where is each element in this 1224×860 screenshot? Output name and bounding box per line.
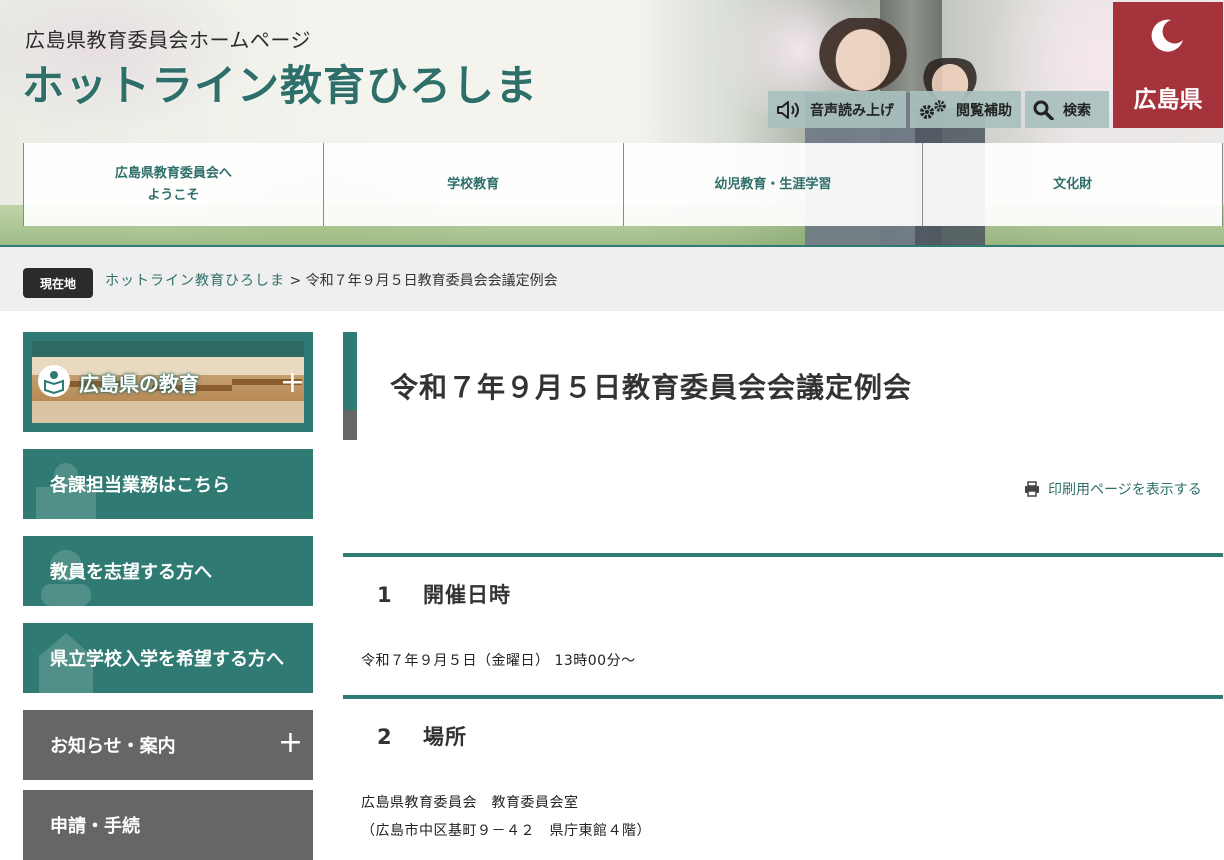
accessibility-button[interactable]: 閲覧補助 bbox=[910, 91, 1021, 128]
breadcrumb: 現在地 ホットライン教育ひろしま > 令和７年９月５日教育委員会会議定例会 bbox=[0, 247, 1224, 311]
search-label: 検索 bbox=[1063, 102, 1091, 119]
section-title: 場所 bbox=[423, 725, 467, 749]
site-title-logo[interactable]: ホットライン教育ひろしま bbox=[22, 52, 538, 113]
sidebar-link-label: お知らせ・案内 bbox=[50, 736, 176, 757]
nav-welcome-line2: ようこそ bbox=[147, 187, 200, 203]
hiroshima-education-banner[interactable]: 広島県の教育 + bbox=[23, 332, 313, 432]
nav-item-school-education[interactable]: 学校教育 bbox=[322, 143, 623, 226]
print-link-label: 印刷用ページを表示する bbox=[1048, 482, 1202, 498]
sidebar-link-teacher-applicants[interactable]: 教員を志望する方へ bbox=[23, 536, 313, 606]
section-heading-location: 2 場所 bbox=[377, 721, 467, 751]
accessibility-label: 閲覧補助 bbox=[956, 102, 1012, 119]
section-body-location: 広島県教育委員会 教育委員会室 （広島市中区基町９－４２ 県庁東館４階） bbox=[361, 789, 651, 845]
sidebar-link-label: 教員を志望する方へ bbox=[50, 562, 212, 583]
plus-icon: + bbox=[277, 725, 303, 760]
print-page-link[interactable]: 印刷用ページを表示する bbox=[1024, 479, 1202, 499]
breadcrumb-trail: ホットライン教育ひろしま > 令和７年９月５日教育委員会会議定例会 bbox=[105, 270, 558, 290]
section-title: 開催日時 bbox=[423, 583, 511, 607]
breadcrumb-label: 現在地 bbox=[23, 268, 93, 298]
section-heading-datetime: 1 開催日時 bbox=[377, 579, 511, 609]
section-divider bbox=[343, 553, 1223, 557]
sidebar-link-label: 県立学校入学を希望する方へ bbox=[50, 649, 284, 670]
section-number: 1 bbox=[377, 583, 393, 607]
sidebar-link-school-admission[interactable]: 県立学校入学を希望する方へ bbox=[23, 623, 313, 693]
sidebar-link-news-announcements[interactable]: お知らせ・案内 + bbox=[23, 710, 313, 780]
read-aloud-label: 音声読み上げ bbox=[810, 102, 894, 119]
hiroshima-prefecture-logo[interactable]: 広島県 bbox=[1113, 2, 1223, 128]
speaker-icon bbox=[777, 100, 799, 119]
page-title: 令和７年９月５日教育委員会会議定例会 bbox=[390, 371, 913, 404]
section-text-line: 令和７年９月５日（金曜日） 13時00分～ bbox=[361, 653, 636, 669]
nav-item-welcome[interactable]: 広島県教育委員会へ ようこそ bbox=[23, 143, 323, 226]
sidebar-link-applications-procedures[interactable]: 申請・手続 bbox=[23, 790, 313, 860]
reading-person-icon bbox=[38, 365, 70, 397]
section-divider bbox=[343, 695, 1223, 699]
printer-icon bbox=[1025, 481, 1039, 497]
section-text-line: 広島県教育委員会 教育委員会室 bbox=[361, 795, 579, 811]
search-button[interactable]: 検索 bbox=[1025, 91, 1109, 128]
title-accent-bar bbox=[343, 332, 357, 440]
banner-label: 広島県の教育 bbox=[79, 372, 199, 396]
section-body-datetime: 令和７年９月５日（金曜日） 13時00分～ bbox=[361, 647, 636, 675]
site-header: 広島県教育委員会ホームページ ホットライン教育ひろしま 音声読み上げ 閲覧補助 … bbox=[0, 0, 1224, 247]
pref-logo-text: 広島県 bbox=[1133, 87, 1203, 113]
site-subtitle: 広島県教育委員会ホームページ bbox=[25, 28, 311, 52]
read-aloud-button[interactable]: 音声読み上げ bbox=[768, 91, 906, 128]
sidebar-link-label: 各課担当業務はこちら bbox=[50, 475, 230, 496]
plus-icon: + bbox=[279, 365, 305, 400]
section-text-line: （広島市中区基町９－４２ 県庁東館４階） bbox=[361, 823, 651, 839]
sidebar-link-label: 申請・手続 bbox=[50, 816, 140, 837]
sidebar-link-department-duties[interactable]: 各課担当業務はこちら bbox=[23, 449, 313, 519]
crescent-logo-icon bbox=[1151, 19, 1183, 52]
breadcrumb-separator: > bbox=[289, 273, 302, 289]
gear-icon bbox=[920, 99, 946, 119]
nav-item-early-lifelong-learning[interactable]: 幼児教育・生涯学習 bbox=[622, 143, 923, 226]
breadcrumb-home-link[interactable]: ホットライン教育ひろしま bbox=[105, 273, 285, 289]
nav-item-cultural-properties[interactable]: 文化財 bbox=[922, 143, 1223, 226]
nav-welcome-line1: 広島県教育委員会へ bbox=[114, 165, 232, 181]
search-icon bbox=[1033, 100, 1054, 120]
section-number: 2 bbox=[377, 725, 393, 749]
global-nav: 広島県教育委員会へ ようこそ 学校教育 幼児教育・生涯学習 文化財 bbox=[23, 143, 1223, 226]
breadcrumb-current: 令和７年９月５日教育委員会会議定例会 bbox=[305, 273, 558, 289]
